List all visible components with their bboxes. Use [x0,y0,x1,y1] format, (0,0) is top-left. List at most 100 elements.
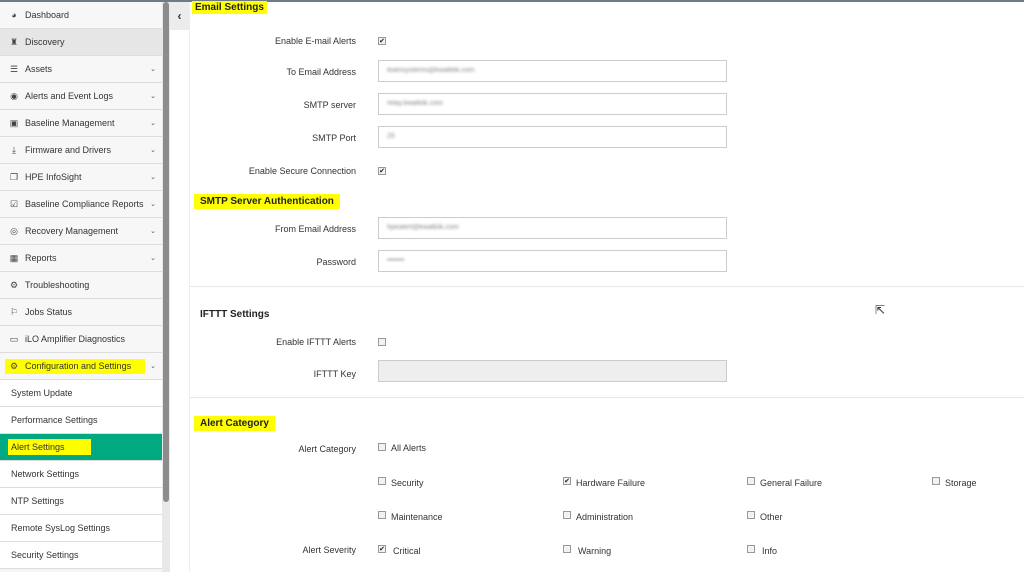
category-label: General Failure [760,478,823,488]
sidebar-subitem-label: Alert Settings [8,439,91,455]
category-label: Security [391,478,424,488]
enable-email-label: Enable E-mail Alerts [274,36,356,46]
chevron-down-icon: ⌄ [150,66,156,73]
ifttt-key-input[interactable] [378,360,727,382]
sidebar-item-recovery-management[interactable]: ◎ Recovery Management ⌄ [0,218,162,245]
secure-connection-checkbox[interactable]: ✔ [378,167,386,175]
sidebar-item-firmware-and-drivers[interactable]: ⤓ Firmware and Drivers ⌄ [0,137,162,164]
secure-connection-label: Enable Secure Connection [248,166,356,176]
chevron-down-icon: ⌄ [150,120,156,127]
sidebar-item-discovery[interactable]: ♜ Discovery [0,29,162,56]
copy-icon: ❐ [9,171,19,182]
sidebar-subitem-system-update[interactable]: System Update [0,380,162,407]
category-label: Other [760,512,783,522]
sidebar-item-label: Reports [25,253,57,263]
sidebar-subitem-network-settings[interactable]: Network Settings [0,461,162,488]
category-label: Storage [945,478,977,488]
alert-category-heading: Alert Category [194,416,275,431]
sidebar-item-label: Assets [25,64,53,74]
category-checkbox-security[interactable] [378,477,386,485]
severity-checkbox-critical[interactable]: ✔ [378,545,386,553]
flag-icon: ⚐ [9,306,19,317]
divider [190,286,1024,287]
dashboard-icon: ◕ [11,10,17,20]
sidebar: ◕ Dashboard ♜ Discovery ☰ Assets ⌄ ◉ Alerts and … [0,2,162,572]
sidebar-item-hpe-infosight[interactable]: ❐ HPE InfoSight ⌄ [0,164,162,191]
sidebar-subitem-alert-settings[interactable]: Alert Settings [0,434,162,461]
sidebar-item-label: Jobs Status [25,307,73,317]
sidebar-item-label: Firmware and Drivers [25,145,112,155]
category-checkbox-general-failure[interactable] [747,477,755,485]
chevron-down-icon: ⌄ [150,228,156,235]
sidebar-subitem-label: System Update [11,388,73,398]
sidebar-item-jobs-status[interactable]: ⚐ Jobs Status [0,299,162,326]
enable-ifttt-checkbox[interactable] [378,338,386,346]
to-email-label: To Email Address [286,67,356,77]
all-alerts-label: All Alerts [391,443,427,453]
smtp-server-input[interactable]: relay.kwalklik.com [378,93,727,115]
category-checkbox-storage[interactable] [932,477,940,485]
sidebar-subitem-security-settings[interactable]: Security Settings [0,542,162,569]
sidebar-subitem-remote-syslog-settings[interactable]: Remote SysLog Settings [0,515,162,542]
smtp-auth-heading: SMTP Server Authentication [194,194,340,209]
sidebar-item-baseline-management[interactable]: ▣ Baseline Management ⌄ [0,110,162,137]
from-email-input[interactable]: hpealert@kwalklik.com [378,217,727,239]
sidebar-item-reports[interactable]: ▦ Reports ⌄ [0,245,162,272]
sidebar-subitem-label: Performance Settings [11,415,98,425]
divider [190,397,1024,398]
sidebar-item-label: Baseline Compliance Reports [25,199,144,209]
category-label: Maintenance [391,512,443,522]
server-icon: ☰ [9,63,19,74]
category-checkbox-other[interactable] [747,511,755,519]
chevron-down-icon: ⌄ [150,93,156,100]
enable-email-checkbox[interactable]: ✔ [378,37,386,45]
category-checkbox-hardware-failure[interactable]: ✔ [563,477,571,485]
to-email-input[interactable]: teamsystems@kwalklik.com [378,60,727,82]
severity-label: Critical [393,546,421,556]
sidebar-subitem-label: Network Settings [11,469,80,479]
sidebar-item-ilo-amplifier-diagnostics[interactable]: ▭ iLO Amplifier Diagnostics [0,326,162,353]
sidebar-subitem-ntp-settings[interactable]: NTP Settings [0,488,162,515]
check-square-icon: ☑ [9,198,19,209]
sidebar-subitem-performance-settings[interactable]: Performance Settings [0,407,162,434]
category-checkbox-administration[interactable] [563,511,571,519]
category-label: Administration [576,512,634,522]
alert-settings-form: Email Settings Enable E-mail Alerts ✔ To… [189,1,1024,572]
chevron-down-icon: ⌄ [150,363,156,370]
password-input[interactable]: ••••••• [378,250,727,272]
severity-label: Warning [578,546,612,556]
email-settings-heading: Email Settings [192,1,267,14]
cogs-icon: ⚙ [9,279,19,290]
sidebar-item-alerts-and-event-logs[interactable]: ◉ Alerts and Event Logs ⌄ [0,83,162,110]
all-alerts-checkbox[interactable] [378,443,386,451]
sidebar-item-label: iLO Amplifier Diagnostics [25,334,126,344]
enable-ifttt-label: Enable IFTTT Alerts [276,337,356,347]
smtp-port-input[interactable]: 25 [378,126,727,148]
sidebar-item-assets[interactable]: ☰ Assets ⌄ [0,56,162,83]
password-label: Password [316,257,356,267]
sidebar-item-configuration-and-settings[interactable]: ⚙ Configuration and Settings ⌄ [0,353,162,380]
smtp-server-label: SMTP server [303,100,356,110]
sidebar-item-label: Dashboard [25,10,70,20]
scrollbar-thumb[interactable] [163,2,169,502]
chevron-down-icon: ⌄ [150,174,156,181]
sidebar-item-dashboard[interactable]: ◕ Dashboard [0,2,162,29]
sidebar-item-troubleshooting[interactable]: ⚙ Troubleshooting [0,272,162,299]
sidebar-item-baseline-compliance-reports[interactable]: ☑ Baseline Compliance Reports ⌄ [0,191,162,218]
sidebar-subitem-label: NTP Settings [11,496,64,506]
severity-checkbox-info[interactable] [747,545,755,553]
category-checkbox-maintenance[interactable] [378,511,386,519]
download-icon: ⤓ [12,144,16,155]
smtp-port-label: SMTP Port [312,133,356,143]
lifebuoy-icon: ◎ [10,225,18,236]
collapse-sidebar-button[interactable]: ‹ [170,2,189,30]
severity-checkbox-warning[interactable] [563,545,571,553]
sidebar-item-label: Baseline Management [25,118,115,128]
sidebar-scrollbar[interactable] [162,2,170,572]
alert-severity-label: Alert Severity [302,545,356,555]
sidebar-subitem-label: Security Settings [11,550,79,560]
table-icon: ▦ [9,252,19,263]
chevron-down-icon: ⌄ [150,255,156,262]
gear-icon: ⚙ [9,360,19,371]
chevron-down-icon: ⌄ [150,147,156,154]
